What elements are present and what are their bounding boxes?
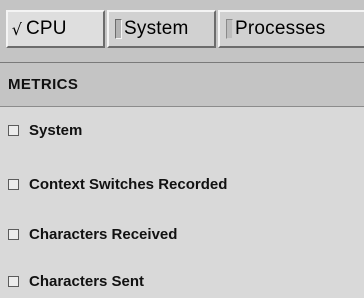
metric-label: Characters Received [29,225,178,243]
checkbox[interactable] [8,178,19,190]
checkbox[interactable] [8,124,19,136]
checkbox[interactable] [8,228,19,240]
metric-label: Characters Sent [29,272,145,290]
tab-system[interactable]: System [107,10,216,48]
metric-item-context-switches[interactable]: Context Switches Recorded [0,169,364,199]
checkmark-icon: √ [11,19,23,39]
tab-system-label: System [124,18,189,39]
metric-label: Context Switches Recorded [29,175,228,193]
checkbox[interactable] [8,275,19,287]
tab-processes-label: Processes [235,18,326,39]
tab-cpu[interactable]: √ CPU [6,10,105,48]
tab-bar: √ CPU System Processes [0,0,364,63]
metrics-section-header: METRICS [0,63,364,107]
metric-item-characters-received[interactable]: Characters Received [0,219,364,249]
metric-item-characters-sent[interactable]: Characters Sent [0,266,364,296]
tab-toggle-icon [115,19,122,39]
tab-toggle-icon [226,19,233,39]
tab-cpu-label: CPU [26,18,67,39]
metric-label: System [29,121,83,139]
metric-item-system[interactable]: System [0,115,364,145]
section-title: METRICS [8,76,79,93]
tab-processes[interactable]: Processes [218,10,364,48]
